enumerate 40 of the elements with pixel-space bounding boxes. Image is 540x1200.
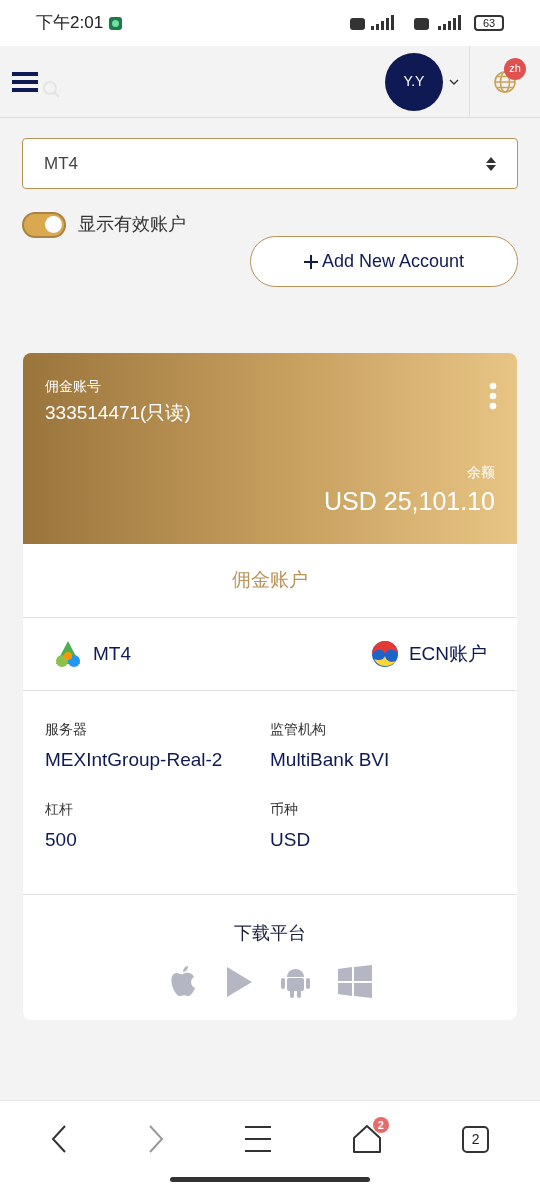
- add-account-button[interactable]: Add New Account: [250, 236, 518, 287]
- user-avatar[interactable]: Y.Y: [385, 52, 443, 111]
- detail-label: 币种: [270, 799, 299, 819]
- tab-count-button[interactable]: 2: [462, 1125, 490, 1153]
- detail-label: 杠杆: [45, 799, 74, 819]
- play-store-icon[interactable]: [226, 965, 253, 998]
- notification-badge: 2: [372, 1117, 389, 1133]
- chevron-down-icon[interactable]: [449, 78, 459, 85]
- account-number: 333514471(只读): [45, 401, 191, 425]
- phone-app-icon: [109, 16, 123, 30]
- language-badge: zh: [504, 57, 526, 80]
- swirl-logo-icon: [370, 640, 399, 668]
- detail-value: USD: [270, 827, 312, 852]
- menu-icon[interactable]: [245, 1126, 272, 1152]
- sort-arrows-icon: [486, 156, 496, 171]
- back-icon[interactable]: [50, 1125, 67, 1153]
- detail-label: 监管机构: [270, 720, 327, 739]
- download-title: 下载平台: [234, 922, 306, 945]
- menu-icon[interactable]: [12, 70, 38, 93]
- account-label: 佣金账号: [45, 377, 102, 396]
- plus-icon: [303, 254, 318, 269]
- windows-icon[interactable]: [338, 965, 372, 998]
- detail-value: MEXIntGroup-Real-2: [45, 748, 224, 772]
- detail-label: 服务器: [45, 720, 88, 739]
- forward-icon[interactable]: [148, 1125, 165, 1153]
- account-type: ECN账户: [408, 641, 487, 666]
- balance-amount: USD 25,101.10: [324, 485, 495, 517]
- toggle-switch[interactable]: [22, 211, 66, 238]
- platform-name: MT4: [93, 641, 131, 666]
- status-time: 下午2:01: [36, 12, 104, 35]
- signal-icon: [414, 14, 464, 32]
- more-options-icon[interactable]: [489, 382, 497, 410]
- platform-select[interactable]: MT4: [22, 138, 518, 189]
- mt4-logo-icon: [53, 640, 83, 668]
- detail-value: MultiBank BVI: [270, 748, 391, 772]
- account-category: 佣金账户: [232, 568, 308, 593]
- detail-value: 500: [45, 827, 78, 852]
- battery-icon: 63: [474, 15, 504, 31]
- toggle-label: 显示有效账户: [78, 213, 186, 236]
- balance-label: 余额: [467, 462, 495, 482]
